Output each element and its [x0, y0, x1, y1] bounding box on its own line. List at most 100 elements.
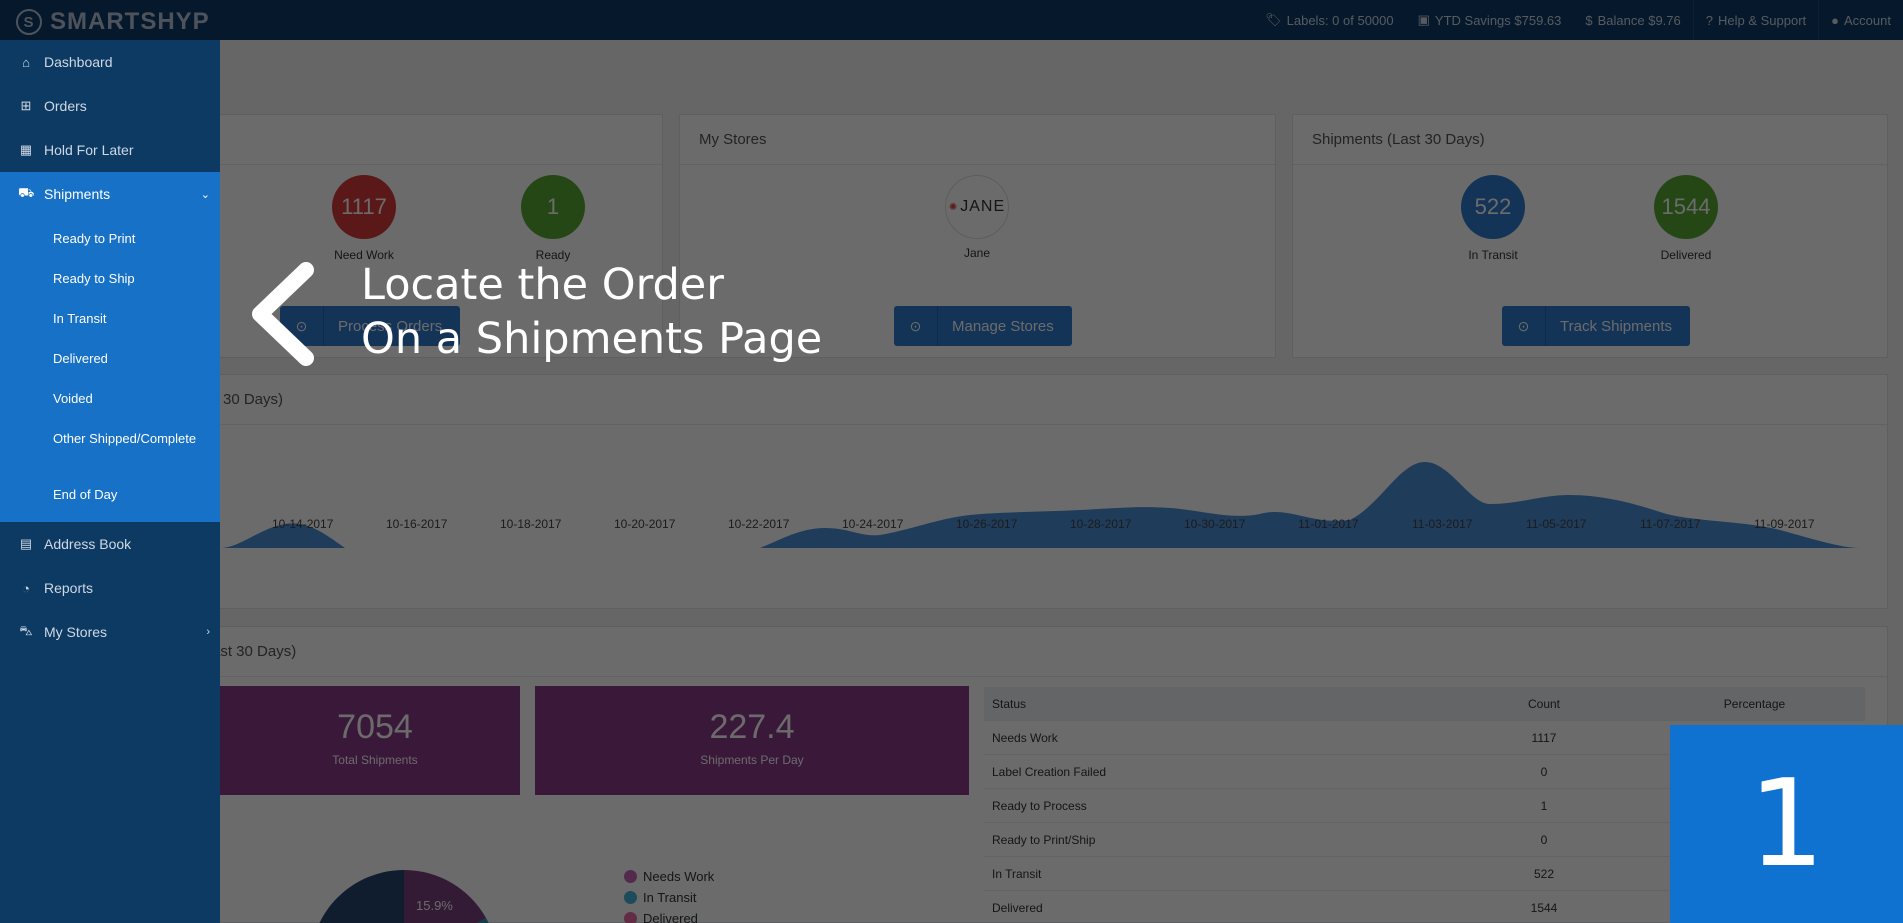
delivered-badge[interactable]: 1544 — [1654, 175, 1718, 239]
home-icon: ⌂ — [22, 54, 30, 70]
balance-stat[interactable]: $ Balance $9.76 — [1573, 0, 1692, 40]
x-axis-tick: 10-26-2017 — [956, 517, 1018, 531]
pie-percent-label: 15.9% — [416, 898, 453, 913]
top-bar: S SMARTSHYP 🏷 Labels: 0 of 50000 ▣ YTD Sav… — [0, 0, 1903, 40]
table-header-cell: Count — [1527, 696, 1561, 711]
step-number-badge: 1 — [1670, 725, 1903, 923]
in-transit-badge[interactable]: 522 — [1461, 175, 1525, 239]
legend-item[interactable]: Delivered — [624, 908, 714, 923]
callout-line-2: On a Shipments Page — [361, 314, 823, 364]
stats-panel-title: ast 30 Days) — [161, 627, 1887, 677]
sidebar-item-label: Hold For Later — [44, 142, 134, 158]
pie-slice-in-transit — [404, 870, 486, 923]
tag-icon: 🏷 — [1265, 12, 1282, 27]
submenu-other-shipped-complete[interactable]: Other Shipped/Complete — [0, 418, 220, 458]
need-work-badge[interactable]: 1117 — [332, 175, 396, 239]
legend-swatch — [624, 912, 637, 923]
sidebar-item-label: Dashboard — [44, 54, 113, 70]
sidebar: ⌂ Dashboard ⊞ Orders ▦ Hold For Later ⛟ Ship… — [0, 40, 220, 923]
chevron-down-icon: ⌄ — [200, 188, 210, 201]
store-name: Jane — [963, 246, 991, 260]
logo-icon: S — [16, 9, 42, 35]
chart-area-main — [760, 462, 1860, 548]
help-text: Help & Support — [1717, 12, 1807, 28]
x-axis-tick: 11-05-2017 — [1526, 517, 1587, 531]
table-cell: 0 — [1540, 832, 1548, 847]
pie-legend: Needs Work In Transit Delivered — [624, 866, 714, 923]
basket-icon: ⊞ — [20, 98, 32, 113]
submenu-delivered[interactable]: Delivered — [0, 338, 220, 378]
jane-store-logo[interactable]: ✺ JANE — [945, 175, 1009, 239]
table-cell: 522 — [1533, 866, 1555, 881]
per-day-label: Shipments Per Day — [700, 753, 804, 767]
legend-item[interactable]: In Transit — [624, 887, 714, 908]
x-axis-tick: 10-22-2017 — [728, 517, 790, 531]
address-book-icon: ▤ — [19, 536, 33, 551]
truck-icon: ⛟ — [18, 185, 35, 200]
x-axis-tick: 11-07-2017 — [1640, 517, 1701, 531]
shipments-submenu: Ready to Print Ready to Ship In Transit … — [0, 216, 220, 522]
table-cell: 1544 — [1530, 900, 1558, 915]
x-axis-tick: 11-03-2017 — [1412, 517, 1473, 531]
money-icon: ▣ — [1417, 12, 1430, 27]
legend-item[interactable]: Needs Work — [624, 866, 714, 887]
question-icon: ? — [1705, 12, 1713, 28]
sidebar-item-dashboard[interactable]: ⌂ Dashboard — [0, 40, 220, 84]
submenu-end-of-day[interactable]: End of Day — [0, 474, 220, 514]
help-link[interactable]: ? Help & Support — [1692, 0, 1818, 40]
table-cell: Label Creation Failed — [992, 764, 1107, 779]
submenu-voided[interactable]: Voided — [0, 378, 220, 418]
ready-badge[interactable]: 1 — [521, 175, 585, 239]
x-axis-tick: 10-30-2017 — [1184, 517, 1246, 531]
submenu-ready-to-print[interactable]: Ready to Print — [0, 218, 220, 258]
account-text: Account — [1844, 12, 1891, 28]
x-axis-tick: 11-09-2017 — [1754, 517, 1815, 531]
store-logo-text: JANE — [960, 198, 1006, 215]
x-axis-tick: 11-01-2017 — [1298, 517, 1359, 531]
calendar-icon: ▦ — [19, 142, 33, 157]
dollar-icon: $ — [1585, 12, 1593, 28]
balance-text: Balance $9.76 — [1597, 12, 1681, 28]
table-cell: Ready to Process — [992, 798, 1087, 813]
sidebar-item-label: My Stores — [44, 624, 108, 640]
orders-panel-header — [161, 115, 662, 165]
brand-name: SMARTSHYP — [50, 8, 210, 35]
x-axis-tick: 10-16-2017 — [386, 517, 448, 531]
sidebar-item-orders[interactable]: ⊞ Orders — [0, 84, 220, 128]
track-shipments-button[interactable]: ⊙ Track Shipments — [1502, 306, 1690, 346]
labels-text: Labels: 0 of 50000 — [1286, 12, 1394, 28]
x-axis-tick: 10-28-2017 — [1070, 517, 1132, 531]
per-day-value: 227.4 — [709, 708, 795, 746]
sidebar-item-label: Orders — [44, 98, 87, 114]
arrow-circle-icon: ⊙ — [1502, 306, 1546, 346]
manage-stores-button[interactable]: ⊙ Manage Stores — [894, 306, 1072, 346]
sidebar-item-my-stores[interactable]: ⛍ My Stores › — [0, 610, 220, 654]
legend-label: In Transit — [643, 890, 697, 905]
submenu-in-transit[interactable]: In Transit — [0, 298, 220, 338]
sidebar-item-hold-for-later[interactable]: ▦ Hold For Later — [0, 128, 220, 172]
table-cell: Ready to Print/Ship — [992, 832, 1096, 847]
table-header-cell: Percentage — [1723, 696, 1786, 711]
labels-stat[interactable]: 🏷 Labels: 0 of 50000 — [1253, 0, 1406, 40]
total-shipments-card: 7054 Total Shipments — [174, 686, 520, 795]
x-axis-tick: 10-24-2017 — [842, 517, 904, 531]
legend-label: Delivered — [643, 911, 698, 923]
delivered-label: Delivered — [1660, 248, 1712, 262]
sidebar-item-reports[interactable]: ◔ Reports — [0, 566, 220, 610]
account-link[interactable]: ● Account — [1818, 0, 1903, 40]
sidebar-item-shipments[interactable]: ⛟ Shipments ⌄ — [0, 172, 220, 216]
shipments-area-chart — [220, 462, 1860, 548]
sidebar-item-address-book[interactable]: ▤ Address Book — [0, 522, 220, 566]
x-axis-tick: 10-18-2017 — [500, 517, 562, 531]
x-axis-tick: 10-14-2017 — [272, 517, 334, 531]
submenu-ready-to-ship[interactable]: Ready to Ship — [0, 258, 220, 298]
chevron-right-icon: › — [206, 626, 210, 638]
total-shipments-label: Total Shipments — [332, 753, 418, 767]
status-pie-chart — [319, 870, 489, 923]
table-cell: Delivered — [992, 900, 1043, 915]
brand-logo[interactable]: S SMARTSHYP — [16, 8, 210, 36]
sidebar-item-label: Reports — [44, 580, 94, 596]
table-cell: In Transit — [992, 866, 1042, 881]
ytd-savings-stat[interactable]: ▣ YTD Savings $759.63 — [1406, 0, 1574, 40]
table-cell: 0 — [1540, 764, 1548, 779]
